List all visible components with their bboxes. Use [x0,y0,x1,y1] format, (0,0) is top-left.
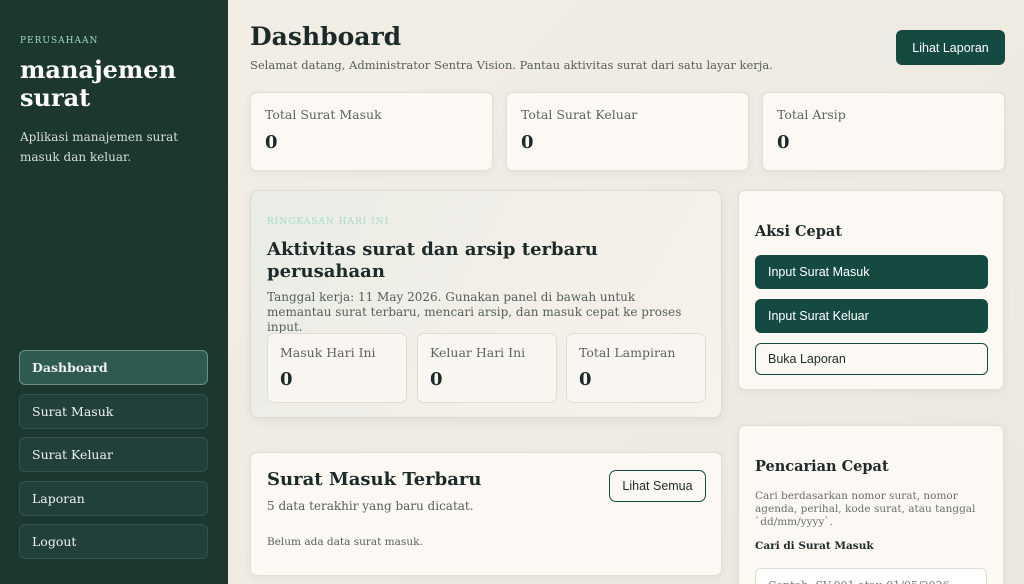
stat-value: 0 [777,132,790,153]
input-surat-masuk-button[interactable]: Input Surat Masuk [755,255,988,289]
quick-search-card: Pencarian Cepat Cari berdasarkan nomor s… [738,425,1004,584]
mini-stat-value: 0 [280,369,293,390]
app-title: manajemen surat [20,55,177,112]
quick-search-description: Cari berdasarkan nomor surat, nomor agen… [755,490,976,528]
mini-stat-label: Keluar Hari Ini [430,345,526,360]
sidebar-item-surat-keluar[interactable]: Surat Keluar [19,437,208,472]
sidebar-item-surat-masuk[interactable]: Surat Masuk [19,393,208,429]
quick-actions-title: Aksi Cepat [755,223,843,240]
open-report-button[interactable]: Buka Laporan [755,343,988,375]
sidebar-item-dashboard[interactable]: Dashboard [19,350,208,385]
page-subtitle: Selamat datang, Administrator Sentra Vis… [250,58,773,72]
page-title: Dashboard [250,22,402,51]
view-all-button[interactable]: Lihat Semua [609,470,706,502]
recent-incoming-title: Surat Masuk Terbaru [267,469,482,490]
quick-search-title: Pencarian Cepat [755,458,889,475]
sidebar-item-laporan[interactable]: Laporan [19,480,208,516]
mini-stat-label: Masuk Hari Ini [280,345,376,360]
search-surat-masuk-input[interactable] [755,568,987,584]
stat-label: Total Surat Keluar [521,107,638,122]
summary-eyebrow: RINGKASAN HARI INI [267,217,390,227]
mini-stat-masuk-hari-ini: Masuk Hari Ini 0 [267,333,407,403]
summary-title: Aktivitas surat dan arsip terbaru perusa… [267,239,598,282]
sidebar: PERUSAHAAN manajemen surat Aplikasi mana… [0,0,228,584]
sidebar-item-logout[interactable]: Logout [19,524,208,559]
stat-card-total-surat-keluar: Total Surat Keluar 0 [506,92,749,171]
mini-stat-value: 0 [579,369,592,390]
app-description: Aplikasi manajemen surat masuk dan kelua… [20,130,179,164]
sidebar-nav: Dashboard Surat Masuk Surat Keluar Lapor… [19,350,208,568]
stat-value: 0 [521,132,534,153]
quick-actions-card: Aksi Cepat Input Surat Masuk Input Surat… [738,190,1004,390]
mini-stat-keluar-hari-ini: Keluar Hari Ini 0 [417,333,557,403]
stat-card-total-surat-masuk: Total Surat Masuk 0 [250,92,493,171]
mini-stat-label: Total Lampiran [579,345,676,360]
empty-state-text: Belum ada data surat masuk. [267,536,423,548]
stat-card-total-arsip: Total Arsip 0 [762,92,1005,171]
mini-stat-value: 0 [430,369,443,390]
summary-panel: RINGKASAN HARI INI Aktivitas surat dan a… [250,190,722,418]
company-eyebrow: PERUSAHAAN [20,36,99,46]
input-surat-keluar-button[interactable]: Input Surat Keluar [755,299,988,333]
mini-stat-total-lampiran: Total Lampiran 0 [566,333,706,403]
stat-label: Total Arsip [777,107,846,122]
stat-value: 0 [265,132,278,153]
view-report-button[interactable]: Lihat Laporan [896,30,1005,65]
quick-search-label: Cari di Surat Masuk [755,540,874,552]
recent-incoming-subtitle: 5 data terakhir yang baru dicatat. [267,499,474,513]
recent-incoming-card: Surat Masuk Terbaru 5 data terakhir yang… [250,452,722,576]
summary-description: Tanggal kerja: 11 May 2026. Gunakan pane… [267,290,682,334]
stat-label: Total Surat Masuk [265,107,382,122]
